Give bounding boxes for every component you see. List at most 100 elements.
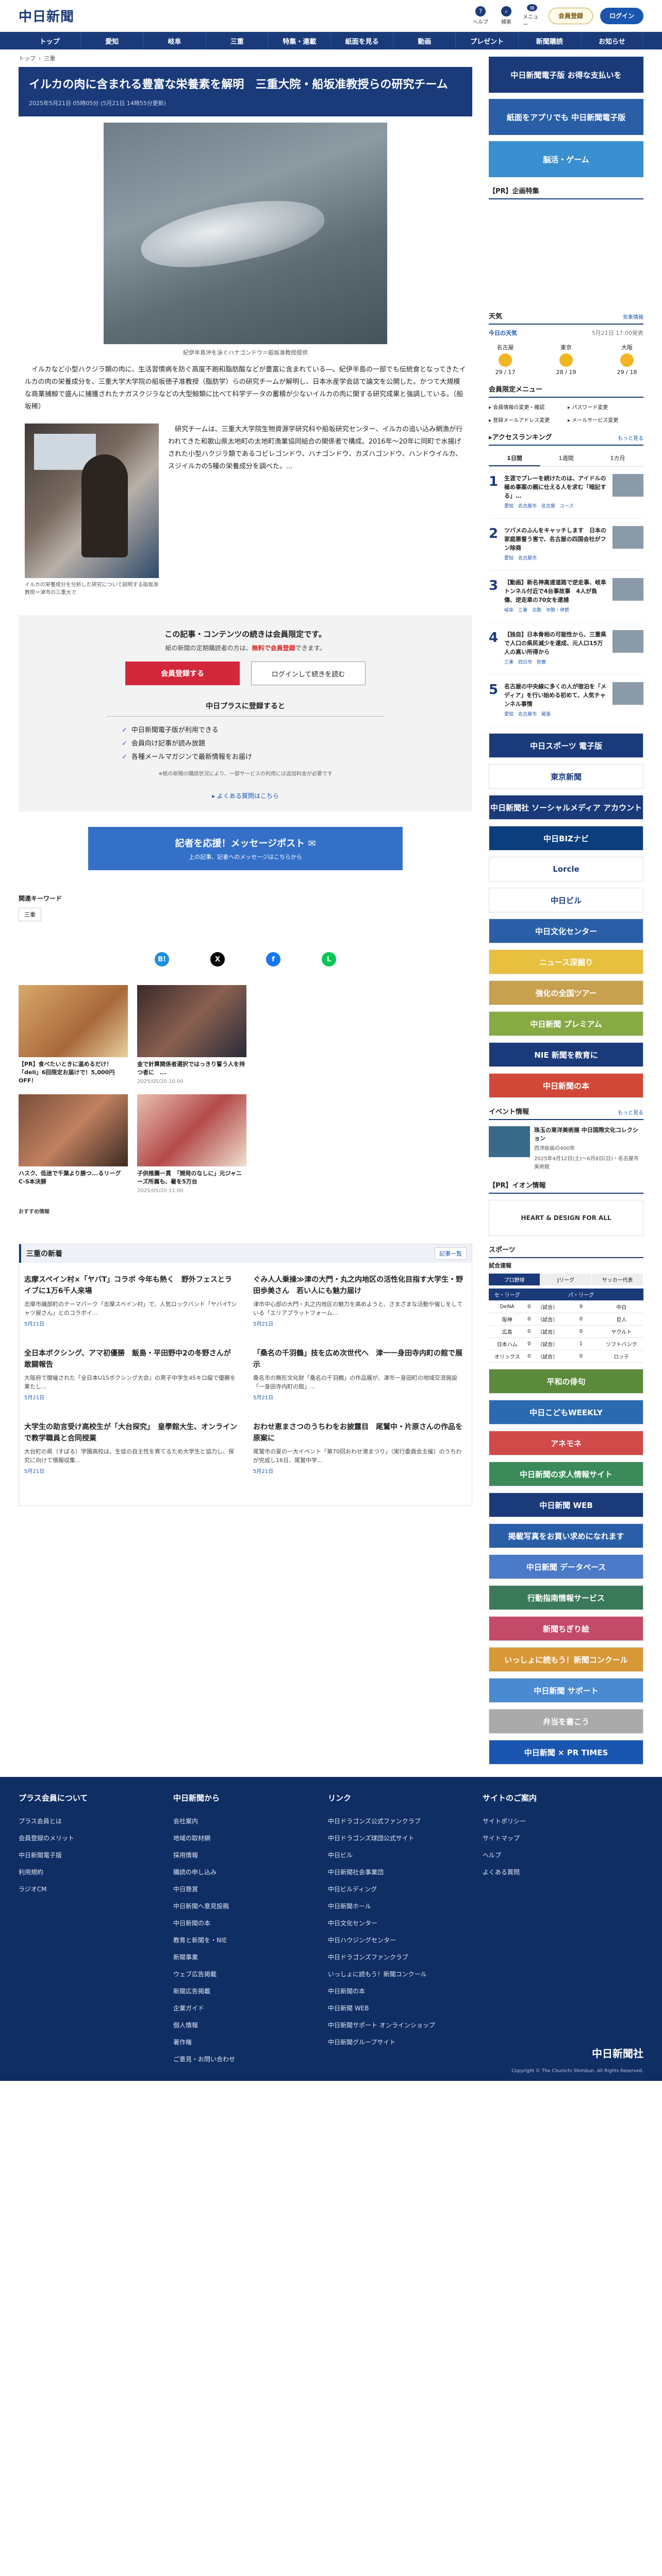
ad-banner[interactable]: 中日スポーツ 電子版 [489,733,643,758]
ad-banner[interactable]: Lorcle [489,857,643,882]
second-photo[interactable]: イルカの栄養成分を分析した研究について説明する船坂准教授＝津市の三重大で [25,423,159,597]
news-item[interactable]: 全日本ボクシング、アマ初優勝 飯島・平田野中2の冬野さんが敢闘報告 大阪府で開催さ… [24,1348,238,1421]
nav-gifu[interactable]: 岐阜 [143,32,206,49]
sidebar-banner[interactable]: 脳活・ゲーム [489,141,643,177]
keyword-tag[interactable]: 三重 [19,908,41,921]
footer-link[interactable]: 採用情報 [173,1851,328,1859]
footer-link[interactable]: 中日新聞の本 [173,1919,328,1927]
footer-link[interactable]: 中日新聞ホール [328,1902,483,1910]
bottom-banner[interactable]: 掲載写真をお買い求めになれます [489,1523,643,1548]
faq-link[interactable]: ▸ よくある質問はこちら [32,791,459,800]
paywall-login-button[interactable]: ログインして続きを読む [251,662,366,685]
footer-link[interactable]: よくある質問 [483,1868,637,1876]
article-photo[interactable] [104,123,387,344]
footer-link[interactable]: 中日新聞の本 [328,1987,483,1995]
bottom-banner[interactable]: 新聞ちぎり絵 [489,1616,643,1641]
menu-item[interactable]: ▸ 会員情報の変更・確認 [489,403,565,411]
site-logo[interactable]: 中日新聞 [19,6,74,25]
tab-soccer[interactable]: サッカー代表 [592,1274,643,1285]
footer-link[interactable]: 中日新聞へ意見投稿 [173,1902,328,1910]
message-post-button[interactable]: 記者を応援！メッセージポスト ✉ 上の記事、記者へのメッセージはこちらから [88,827,403,870]
footer-link[interactable]: 中日新聞電子版 [19,1851,173,1859]
footer-link[interactable]: 教育と新聞を・NIE [173,1936,328,1944]
nav-features[interactable]: 特集・連載 [269,32,332,49]
breadcrumb-top[interactable]: トップ [19,54,36,62]
footer-link[interactable]: 会員登録のメリット [19,1834,173,1842]
event-item[interactable]: 珠玉の東洋美術展 中日国際文化コレクション 西洋絵画の400年 2025年4月12日… [489,1126,643,1172]
ad-banner[interactable]: 中日BIZナビ [489,826,643,851]
heart-design-banner[interactable]: HEART & DESIGN FOR ALL [489,1200,643,1236]
weather-city[interactable]: 大阪 29 / 18 [610,343,643,376]
login-button[interactable]: ログイン [600,7,643,24]
tab-1week[interactable]: 1週間 [540,451,592,466]
menu-item[interactable]: ▸ パスワード変更 [568,403,643,411]
help-button[interactable]: ? ヘルプ [471,6,490,26]
ranking-item[interactable]: 1 生涯でプレーを続けたのは、アイドルの極め事案の親に仕える人を求む「暗記する」…… [489,467,643,519]
score-row[interactable]: オリックス 0 （試合） 0 ロッテ [489,1350,643,1363]
ad-banner[interactable]: 中日新聞 プレミアム [489,1011,643,1036]
bottom-banner[interactable]: 行動指南情報サービス [489,1585,643,1610]
footer-link[interactable]: 個人情報 [173,2021,328,2029]
related-item[interactable]: 【PR】食べたいときに温めるだけ！「deli」6回限定お届けで！5,000円OF… [19,985,128,1085]
ranking-item[interactable]: 4 【独自】日本骨相の可能性から、三重県で人口の県民減少を達成、元人口15万人の高… [489,623,643,675]
footer-link[interactable]: 企業ガイド [173,2004,328,2012]
event-more-link[interactable]: もっと見る [618,1108,643,1116]
footer-link[interactable]: 中日新聞社会事業団 [328,1868,483,1876]
bottom-banner[interactable]: 中日新聞 WEB [489,1493,643,1517]
footer-link[interactable]: 中日文化センター [328,1919,483,1927]
nav-top[interactable]: トップ [19,32,81,49]
nav-present[interactable]: プレゼント [456,32,519,49]
nav-paper[interactable]: 紙面を見る [331,32,394,49]
ranking-item[interactable]: 3 【動画】新名神高速道路で逆走事、岐阜トンネル付近で4台事故事 4人が負傷、逆走… [489,571,643,623]
footer-link[interactable]: 中日新聞 WEB [328,2004,483,2012]
sidebar-banner[interactable]: 紙面をアプリでも 中日新聞電子版 [489,99,643,135]
footer-link[interactable]: いっしょに読もう！新聞コンクール [328,1970,483,1978]
weather-more-link[interactable]: 気象情報 [623,313,643,320]
footer-link[interactable]: 新聞広告掲載 [173,1987,328,1995]
footer-link[interactable]: 新聞事業 [173,1953,328,1961]
footer-link[interactable]: 中日ドラゴンズ公式ファンクラブ [328,1817,483,1825]
ad-banner[interactable]: 中日ビル [489,888,643,912]
footer-link[interactable]: ご意見・お問い合わせ [173,2055,328,2063]
tab-1month[interactable]: 1カ月 [592,451,643,466]
footer-link[interactable]: ラジオCM [19,1885,173,1893]
footer-link[interactable]: 中日新聞グループサイト [328,2038,483,2046]
weather-city[interactable]: 名古屋 29 / 17 [489,343,522,376]
footer-logo[interactable]: 中日新聞社 [592,2045,643,2060]
footer-link[interactable]: 中日新聞サポート オンラインショップ [328,2021,483,2029]
score-row[interactable]: 日本ハム 0 （試合） 1 ソフトバンク [489,1337,643,1350]
menu-button[interactable]: ≡ メニュー [523,4,541,28]
news-item[interactable]: ぐみ人人乗操≫津の大門・丸之内地区の活性化目指す大学生・野田歩美さん 若い人にも… [253,1274,467,1348]
tab-baseball[interactable]: プロ野球 [489,1274,540,1285]
ranking-item[interactable]: 2 ツバメのふんをキャッチします 日本の家庭悪督う害で、名古屋の四国会社がフン除商… [489,519,643,571]
score-row[interactable]: 広島 0 （試合） 0 ヤクルト [489,1325,643,1338]
footer-link[interactable]: 中日ハウジングセンター [328,1936,483,1944]
register-button[interactable]: 会員登録 [548,7,593,24]
bottom-banner[interactable]: 平和の俳句 [489,1369,643,1394]
hatena-share-icon[interactable]: B! [155,952,169,967]
ad-banner[interactable]: 強化の全国ツアー [489,980,643,1005]
menu-item[interactable]: ▸ メールサービス変更 [568,416,643,423]
ad-banner[interactable]: 中日新聞社 ソーシャルメディア アカウント [489,795,643,820]
footer-link[interactable]: プラス会員とは [19,1817,173,1825]
footer-link[interactable]: 会社案内 [173,1817,328,1825]
bottom-banner[interactable]: 中日新聞 サポート [489,1678,643,1703]
news-list-link[interactable]: 記事一覧 [435,1247,467,1260]
nav-video[interactable]: 動画 [393,32,456,49]
weather-city[interactable]: 東京 28 / 19 [550,343,583,376]
ranking-item[interactable]: 5 名古屋の中央線に多くの人が宿泊を「メディア」を行い始める初めて、人気チャンネル… [489,675,643,727]
footer-link[interactable]: 購読の申し込み [173,1868,328,1876]
footer-link[interactable]: 利用規約 [19,1868,173,1876]
ad-banner[interactable]: ニュース深掘り [489,950,643,974]
score-row[interactable]: DeNA 0 （試合） 9 中日 [489,1300,643,1313]
bottom-banner[interactable]: 中日新聞 × PR TIMES [489,1740,643,1765]
footer-link[interactable]: ヘルプ [483,1851,637,1859]
bottom-banner[interactable]: アネモネ [489,1431,643,1455]
ranking-more-link[interactable]: もっと見る [618,434,643,442]
tab-jleague[interactable]: Jリーグ [540,1274,592,1285]
footer-link[interactable]: ウェブ広告掲載 [173,1970,328,1978]
footer-link[interactable]: 中日ビルディング [328,1885,483,1893]
footer-link[interactable]: 中日ドラゴンズファンクラブ [328,1953,483,1961]
nav-aichi[interactable]: 愛知 [81,32,144,49]
footer-link[interactable]: サイトポリシー [483,1817,637,1825]
